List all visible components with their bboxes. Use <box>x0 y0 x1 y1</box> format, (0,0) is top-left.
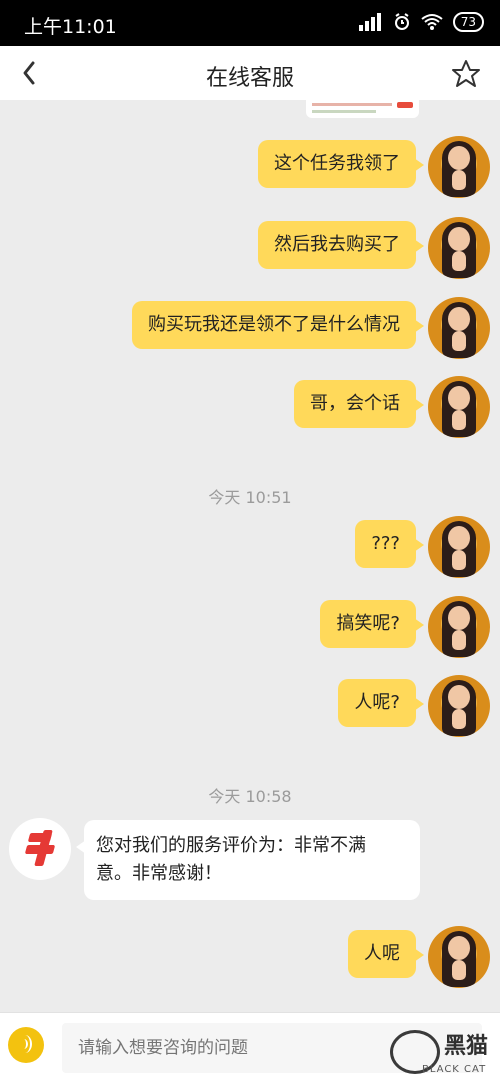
user-avatar <box>428 376 490 438</box>
star-icon[interactable] <box>450 58 482 90</box>
user-avatar <box>428 596 490 658</box>
battery-level: 73 <box>452 12 484 32</box>
status-bar: 上午11:01 73 <box>0 0 500 46</box>
user-avatar <box>428 136 490 198</box>
alarm-icon <box>394 13 409 30</box>
message-bubble: 人呢 <box>348 930 424 978</box>
status-icons: 73 <box>358 12 484 32</box>
agent-avatar <box>9 818 71 880</box>
app-header: 在线客服 <box>0 46 500 100</box>
timestamp-separator: 今天 10:58 <box>208 787 292 806</box>
message-input[interactable] <box>62 1023 482 1073</box>
voice-icon[interactable] <box>8 1027 44 1063</box>
message-bubble: 人呢? <box>338 679 424 727</box>
message-bubble: 这个任务我领了 <box>258 140 424 188</box>
wifi-icon <box>421 14 443 30</box>
message-bubble: 然后我去购买了 <box>258 221 424 269</box>
user-avatar <box>428 516 490 578</box>
message-bubble: ??? <box>355 520 424 568</box>
agent-message-line: 意。非常感谢！ <box>96 863 222 884</box>
message-bubble: 购买玩我还是领不了是什么情况 <box>132 301 424 349</box>
user-avatar <box>428 297 490 359</box>
chat-area[interactable]: 这个任务我领了 然后我去购买了 购买玩我还是领不了是什么情况 哥，会个话 今天 … <box>0 100 500 1012</box>
user-avatar <box>428 217 490 279</box>
user-avatar <box>428 675 490 737</box>
status-time: 上午11:01 <box>24 16 117 38</box>
message-bubble: 哥，会个话 <box>294 380 424 428</box>
signal-icon <box>358 13 381 31</box>
user-avatar <box>428 926 490 988</box>
page-title: 在线客服 <box>205 66 294 91</box>
timestamp-separator: 今天 10:51 <box>208 488 292 507</box>
agent-message-line: 您对我们的服务评价为：非常不满 <box>96 835 366 856</box>
input-bar: 黑猫 BLACK CAT <box>0 1012 500 1084</box>
partial-card <box>306 100 419 118</box>
message-bubble: 搞笑呢? <box>320 600 424 648</box>
agent-message-bubble: 您对我们的服务评价为：非常不满 意。非常感谢！ <box>76 820 420 900</box>
